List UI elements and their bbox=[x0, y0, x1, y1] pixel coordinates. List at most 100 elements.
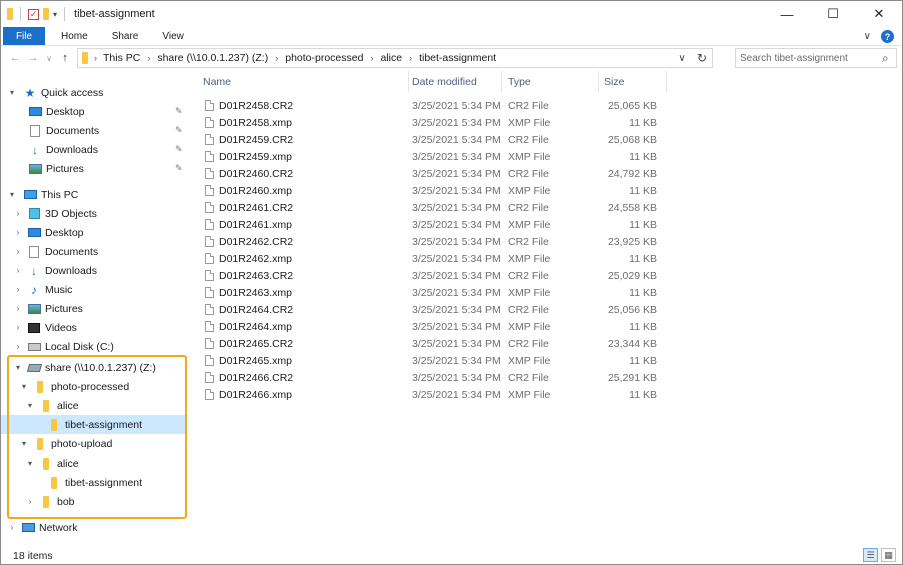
pin-icon[interactable]: ✎ bbox=[175, 106, 183, 117]
column-header-date[interactable]: Date modified bbox=[412, 71, 477, 92]
search-input[interactable] bbox=[740, 52, 878, 64]
new-folder-icon[interactable] bbox=[43, 8, 49, 20]
nav-item-this-pc[interactable]: ▾ This PC bbox=[1, 185, 185, 204]
nav-item-desktop-quick[interactable]: Desktop ✎ bbox=[1, 102, 185, 121]
file-row[interactable]: D01R2461.CR2 3/25/2021 5:34 PM CR2 File 24,… bbox=[201, 199, 671, 216]
address-dropdown-button[interactable]: ∨ bbox=[672, 53, 692, 64]
pin-icon[interactable]: ✎ bbox=[175, 144, 183, 155]
address-bar[interactable]: › This PC › share (\\10.0.1.237) (Z:) › … bbox=[77, 48, 713, 68]
nav-item-downloads[interactable]: › ↓ Downloads bbox=[1, 261, 185, 280]
file-row[interactable]: D01R2458.xmp 3/25/2021 5:34 PM XMP File 11 … bbox=[201, 114, 671, 131]
nav-item-bob[interactable]: › bob bbox=[1, 492, 185, 511]
expand-arrow-icon[interactable]: › bbox=[7, 523, 17, 532]
file-row[interactable]: D01R2462.xmp 3/25/2021 5:34 PM XMP File 11 … bbox=[201, 250, 671, 267]
file-row[interactable]: D01R2459.xmp 3/25/2021 5:34 PM XMP File 11 … bbox=[201, 148, 671, 165]
expand-arrow-icon[interactable]: ▾ bbox=[13, 363, 23, 372]
expand-arrow-icon[interactable]: ▾ bbox=[19, 439, 29, 448]
column-header-name[interactable]: Name bbox=[203, 71, 231, 92]
column-divider[interactable] bbox=[501, 71, 502, 92]
file-row[interactable]: D01R2460.xmp 3/25/2021 5:34 PM XMP File 11 … bbox=[201, 182, 671, 199]
expand-arrow-icon[interactable]: ▾ bbox=[7, 190, 17, 199]
nav-item-photo-processed[interactable]: ▾ photo-processed bbox=[1, 377, 185, 396]
expand-arrow-icon[interactable]: › bbox=[13, 266, 23, 275]
column-divider[interactable] bbox=[666, 71, 667, 92]
nav-item-alice-upload[interactable]: ▾ alice bbox=[1, 454, 185, 473]
nav-item-tibet-assignment-upload[interactable]: tibet-assignment bbox=[1, 473, 185, 492]
search-icon[interactable]: ⌕ bbox=[882, 51, 889, 66]
expand-arrow-icon[interactable]: ▾ bbox=[7, 88, 17, 97]
nav-item-documents-quick[interactable]: Documents ✎ bbox=[1, 121, 185, 140]
breadcrumb-chevron-icon[interactable]: › bbox=[370, 53, 373, 63]
recent-locations-button[interactable]: ∨ bbox=[41, 54, 57, 63]
nav-item-pictures[interactable]: › Pictures bbox=[1, 299, 185, 318]
file-row[interactable]: D01R2464.xmp 3/25/2021 5:34 PM XMP File 11 … bbox=[201, 318, 671, 335]
file-row[interactable]: D01R2460.CR2 3/25/2021 5:34 PM CR2 File 24,… bbox=[201, 165, 671, 182]
nav-item-share-drive[interactable]: ▾ share (\\10.0.1.237) (Z:) bbox=[1, 358, 185, 377]
close-button[interactable]: ✕ bbox=[856, 1, 902, 27]
pin-icon[interactable]: ✎ bbox=[175, 125, 183, 136]
details-view-button[interactable]: ☰ bbox=[863, 548, 878, 562]
file-row[interactable]: D01R2459.CR2 3/25/2021 5:34 PM CR2 File 25,… bbox=[201, 131, 671, 148]
expand-arrow-icon[interactable]: ▾ bbox=[25, 401, 35, 410]
nav-item-tibet-assignment-processed[interactable]: tibet-assignment bbox=[1, 415, 185, 434]
back-button[interactable]: ← bbox=[7, 52, 23, 64]
tab-file[interactable]: File bbox=[3, 27, 45, 45]
breadcrumb-chevron-icon[interactable]: › bbox=[275, 53, 278, 63]
breadcrumb-this-pc[interactable]: This PC bbox=[103, 52, 140, 64]
file-row[interactable]: D01R2465.xmp 3/25/2021 5:34 PM XMP File 11 … bbox=[201, 352, 671, 369]
nav-item-desktop[interactable]: › Desktop bbox=[1, 223, 185, 242]
nav-item-documents[interactable]: › Documents bbox=[1, 242, 185, 261]
file-row[interactable]: D01R2461.xmp 3/25/2021 5:34 PM XMP File 11 … bbox=[201, 216, 671, 233]
up-button[interactable]: ↑ bbox=[57, 52, 73, 64]
minimize-button[interactable]: — bbox=[764, 1, 810, 27]
nav-item-pictures-quick[interactable]: Pictures ✎ bbox=[1, 159, 185, 178]
file-row[interactable]: D01R2462.CR2 3/25/2021 5:34 PM CR2 File 23,… bbox=[201, 233, 671, 250]
help-icon[interactable]: ? bbox=[881, 30, 894, 43]
expand-arrow-icon[interactable]: › bbox=[13, 209, 23, 218]
refresh-button[interactable]: ↻ bbox=[692, 51, 712, 65]
expand-arrow-icon[interactable]: › bbox=[25, 497, 35, 506]
expand-ribbon-icon[interactable]: ∨ bbox=[864, 31, 871, 42]
column-header-size[interactable]: Size bbox=[604, 71, 624, 92]
qat-dropdown-icon[interactable]: ▾ bbox=[53, 10, 57, 19]
nav-item-3d-objects[interactable]: › 3D Objects bbox=[1, 204, 185, 223]
properties-check-icon[interactable]: ✓ bbox=[28, 8, 39, 20]
tab-home[interactable]: Home bbox=[49, 27, 100, 45]
nav-item-videos[interactable]: › Videos bbox=[1, 318, 185, 337]
file-row[interactable]: D01R2463.xmp 3/25/2021 5:34 PM XMP File 11 … bbox=[201, 284, 671, 301]
file-row[interactable]: D01R2466.xmp 3/25/2021 5:34 PM XMP File 11 … bbox=[201, 386, 671, 403]
expand-arrow-icon[interactable]: ▾ bbox=[19, 382, 29, 391]
column-divider[interactable] bbox=[598, 71, 599, 92]
expand-arrow-icon[interactable]: › bbox=[13, 323, 23, 332]
nav-item-photo-upload[interactable]: ▾ photo-upload bbox=[1, 434, 185, 453]
search-box[interactable]: ⌕ bbox=[735, 48, 897, 68]
breadcrumb-share[interactable]: share (\\10.0.1.237) (Z:) bbox=[157, 52, 268, 64]
expand-arrow-icon[interactable]: › bbox=[13, 247, 23, 256]
breadcrumb-photo-processed[interactable]: photo-processed bbox=[285, 52, 363, 64]
nav-item-local-disk[interactable]: › Local Disk (C:) bbox=[1, 337, 185, 356]
expand-arrow-icon[interactable]: › bbox=[13, 342, 23, 351]
tab-share[interactable]: Share bbox=[100, 27, 151, 45]
file-row[interactable]: D01R2466.CR2 3/25/2021 5:34 PM CR2 File 25,… bbox=[201, 369, 671, 386]
breadcrumb-chevron-icon[interactable]: › bbox=[409, 53, 412, 63]
pin-icon[interactable]: ✎ bbox=[175, 163, 183, 174]
expand-arrow-icon[interactable]: › bbox=[13, 285, 23, 294]
nav-item-quick-access[interactable]: ▾ ★ Quick access bbox=[1, 83, 185, 102]
breadcrumb-tibet-assignment[interactable]: tibet-assignment bbox=[419, 52, 496, 64]
nav-item-downloads-quick[interactable]: ↓ Downloads ✎ bbox=[1, 140, 185, 159]
tab-view[interactable]: View bbox=[150, 27, 196, 45]
file-row[interactable]: D01R2465.CR2 3/25/2021 5:34 PM CR2 File 23,… bbox=[201, 335, 671, 352]
expand-arrow-icon[interactable]: › bbox=[13, 304, 23, 313]
forward-button[interactable]: → bbox=[25, 52, 41, 64]
file-row[interactable]: D01R2464.CR2 3/25/2021 5:34 PM CR2 File 25,… bbox=[201, 301, 671, 318]
breadcrumb-alice[interactable]: alice bbox=[380, 52, 402, 64]
file-row[interactable]: D01R2463.CR2 3/25/2021 5:34 PM CR2 File 25,… bbox=[201, 267, 671, 284]
nav-item-music[interactable]: › ♪ Music bbox=[1, 280, 185, 299]
expand-arrow-icon[interactable]: ▾ bbox=[25, 459, 35, 468]
maximize-button[interactable]: ☐ bbox=[810, 1, 856, 27]
column-header-type[interactable]: Type bbox=[508, 71, 531, 92]
breadcrumb-chevron-icon[interactable]: › bbox=[147, 53, 150, 63]
large-icons-view-button[interactable]: ▦ bbox=[881, 548, 896, 562]
nav-item-alice-processed[interactable]: ▾ alice bbox=[1, 396, 185, 415]
expand-arrow-icon[interactable]: › bbox=[13, 228, 23, 237]
